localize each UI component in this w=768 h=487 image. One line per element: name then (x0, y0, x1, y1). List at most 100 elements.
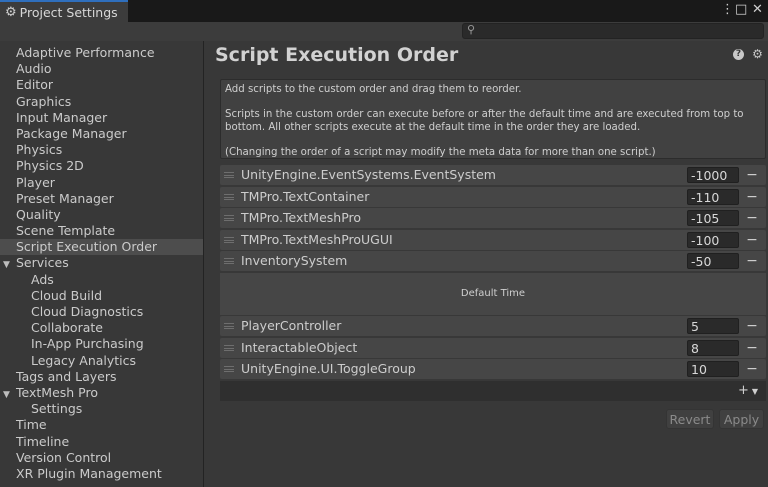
maximize-icon[interactable]: □ (735, 3, 747, 17)
script-name: TMPro.TextContainer (241, 188, 370, 204)
sidebar-item[interactable]: Cloud Build (0, 288, 203, 304)
sidebar-item[interactable]: Graphics (0, 94, 203, 110)
remove-script-button[interactable]: − (743, 230, 761, 250)
execution-order-field[interactable]: 5 (687, 318, 739, 334)
default-time-marker: Default Time (220, 272, 766, 315)
drag-handle-icon[interactable] (224, 344, 234, 351)
sidebar-item[interactable]: XR Plugin Management (0, 466, 203, 482)
help-box: Add scripts to the custom order and drag… (220, 79, 766, 159)
list-footer: + ▼ (220, 380, 766, 401)
script-row[interactable]: TMPro.TextMeshProUGUI -100− (220, 229, 766, 250)
sidebar-item[interactable]: Physics 2D (0, 158, 203, 174)
sidebar-item[interactable]: Preset Manager (0, 191, 203, 207)
drag-handle-icon[interactable] (224, 172, 234, 178)
script-row[interactable]: InventorySystem -50− (220, 251, 766, 271)
sidebar-item[interactable]: ▼ Services (0, 255, 203, 271)
execution-order-field[interactable]: -50 (687, 253, 739, 269)
remove-script-button[interactable]: − (743, 251, 761, 271)
remove-script-button[interactable]: − (743, 338, 761, 358)
sidebar-item-label: TextMesh Pro (16, 384, 98, 400)
sidebar-item[interactable]: In-App Purchasing (0, 336, 203, 352)
sidebar-item[interactable]: Quality (0, 207, 203, 223)
drag-handle-icon[interactable] (224, 323, 234, 329)
page-title: Script Execution Order (215, 44, 459, 66)
sidebar-item[interactable]: Player (0, 175, 203, 191)
more-options-icon[interactable]: ⋮ (721, 3, 734, 17)
close-icon[interactable]: ✕ (752, 3, 763, 17)
sidebar-item-label: Package Manager (16, 125, 127, 141)
sidebar-item[interactable]: Input Manager (0, 110, 203, 126)
drag-handle-icon[interactable] (224, 193, 234, 200)
script-row[interactable]: PlayerController 5− (220, 316, 766, 336)
execution-order-field[interactable]: -105 (687, 210, 739, 226)
sidebar-item-label: In-App Purchasing (31, 336, 144, 352)
sidebar-item-label: Quality (16, 206, 61, 222)
sidebar-item[interactable]: Scene Template (0, 223, 203, 239)
sidebar-item[interactable]: Timeline (0, 434, 203, 450)
sidebar-item-label: Preset Manager (16, 190, 114, 206)
sidebar-item-label: XR Plugin Management (16, 465, 162, 481)
search-input[interactable]: ⚲ (462, 23, 764, 39)
execution-order-field[interactable]: -100 (687, 231, 739, 248)
script-order-list: UnityEngine.EventSystems.EventSystem -100… (220, 165, 766, 401)
script-row[interactable]: InteractableObject 8− (220, 337, 766, 358)
sidebar-item[interactable]: Time (0, 417, 203, 433)
sidebar-item[interactable]: Audio (0, 61, 203, 77)
script-name: TMPro.TextMeshProUGUI (241, 231, 393, 247)
sidebar-item[interactable]: Version Control (0, 450, 203, 466)
expand-arrow-icon[interactable]: ▼ (3, 387, 16, 403)
revert-button[interactable]: Revert (666, 409, 714, 429)
search-icon: ⚲ (467, 23, 476, 36)
script-name: TMPro.TextMeshPro (241, 210, 362, 225)
sidebar-item[interactable]: Settings (0, 401, 203, 417)
sidebar-item[interactable]: ▼ TextMesh Pro (0, 385, 203, 401)
sidebar-item[interactable]: Editor (0, 77, 203, 93)
script-row[interactable]: UnityEngine.EventSystems.EventSystem -100… (220, 165, 766, 185)
sidebar-item[interactable]: Legacy Analytics (0, 353, 203, 369)
add-script-button[interactable]: + ▼ (732, 381, 764, 401)
sidebar-item-label: Timeline (16, 433, 70, 449)
search-bar: ⚲ (0, 22, 768, 41)
execution-order-field[interactable]: -110 (687, 188, 739, 205)
sidebar-item[interactable]: Adaptive Performance (0, 45, 203, 61)
remove-script-button[interactable]: − (743, 316, 761, 336)
script-row[interactable]: UnityEngine.UI.ToggleGroup 10− (220, 359, 766, 379)
sidebar-item-label: Tags and Layers (16, 368, 117, 384)
execution-order-field[interactable]: 10 (687, 361, 739, 377)
drag-handle-icon[interactable] (224, 258, 234, 264)
sidebar-item-label: Cloud Diagnostics (31, 304, 144, 319)
remove-script-button[interactable]: − (743, 165, 761, 185)
sidebar-item-label: Legacy Analytics (31, 352, 137, 368)
chevron-down-icon: ▼ (751, 386, 759, 396)
settings-icon[interactable]: ⚙ (752, 48, 763, 60)
execution-order-field[interactable]: 8 (687, 339, 739, 356)
help-icon[interactable]: ? (733, 49, 744, 60)
sidebar-item-label: Services (16, 255, 69, 271)
sidebar-item[interactable]: Cloud Diagnostics (0, 304, 203, 320)
script-name: InteractableObject (241, 339, 358, 355)
sidebar-item-label: Time (16, 417, 47, 433)
execution-order-field[interactable]: -1000 (687, 167, 739, 183)
drag-handle-icon[interactable] (224, 366, 234, 372)
help-text-line: Add scripts to the custom order and drag… (225, 84, 522, 95)
remove-script-button[interactable]: − (743, 208, 761, 228)
sidebar-item[interactable]: Ads (0, 272, 203, 288)
sidebar-item[interactable]: Package Manager (0, 126, 203, 142)
script-row[interactable]: TMPro.TextContainer -110− (220, 186, 766, 207)
apply-button[interactable]: Apply (719, 409, 764, 429)
help-text-line: Scripts in the custom order can execute … (225, 109, 744, 133)
script-row[interactable]: TMPro.TextMeshPro -105− (220, 208, 766, 228)
sidebar-item[interactable]: Collaborate (0, 320, 203, 336)
drag-handle-icon[interactable] (224, 236, 234, 243)
remove-script-button[interactable]: − (743, 359, 761, 379)
sidebar-item[interactable]: Physics (0, 142, 203, 158)
sidebar-item[interactable]: Tags and Layers (0, 369, 203, 385)
remove-script-button[interactable]: − (743, 187, 761, 207)
expand-arrow-icon[interactable]: ▼ (3, 257, 16, 273)
sidebar-item-label: Graphics (16, 93, 72, 109)
drag-handle-icon[interactable] (224, 215, 234, 221)
tab-project-settings[interactable]: ⚙ Project Settings (0, 0, 128, 22)
script-name: InventorySystem (241, 253, 348, 268)
sidebar-item[interactable]: Script Execution Order (0, 239, 203, 256)
script-name: UnityEngine.UI.ToggleGroup (241, 361, 416, 376)
